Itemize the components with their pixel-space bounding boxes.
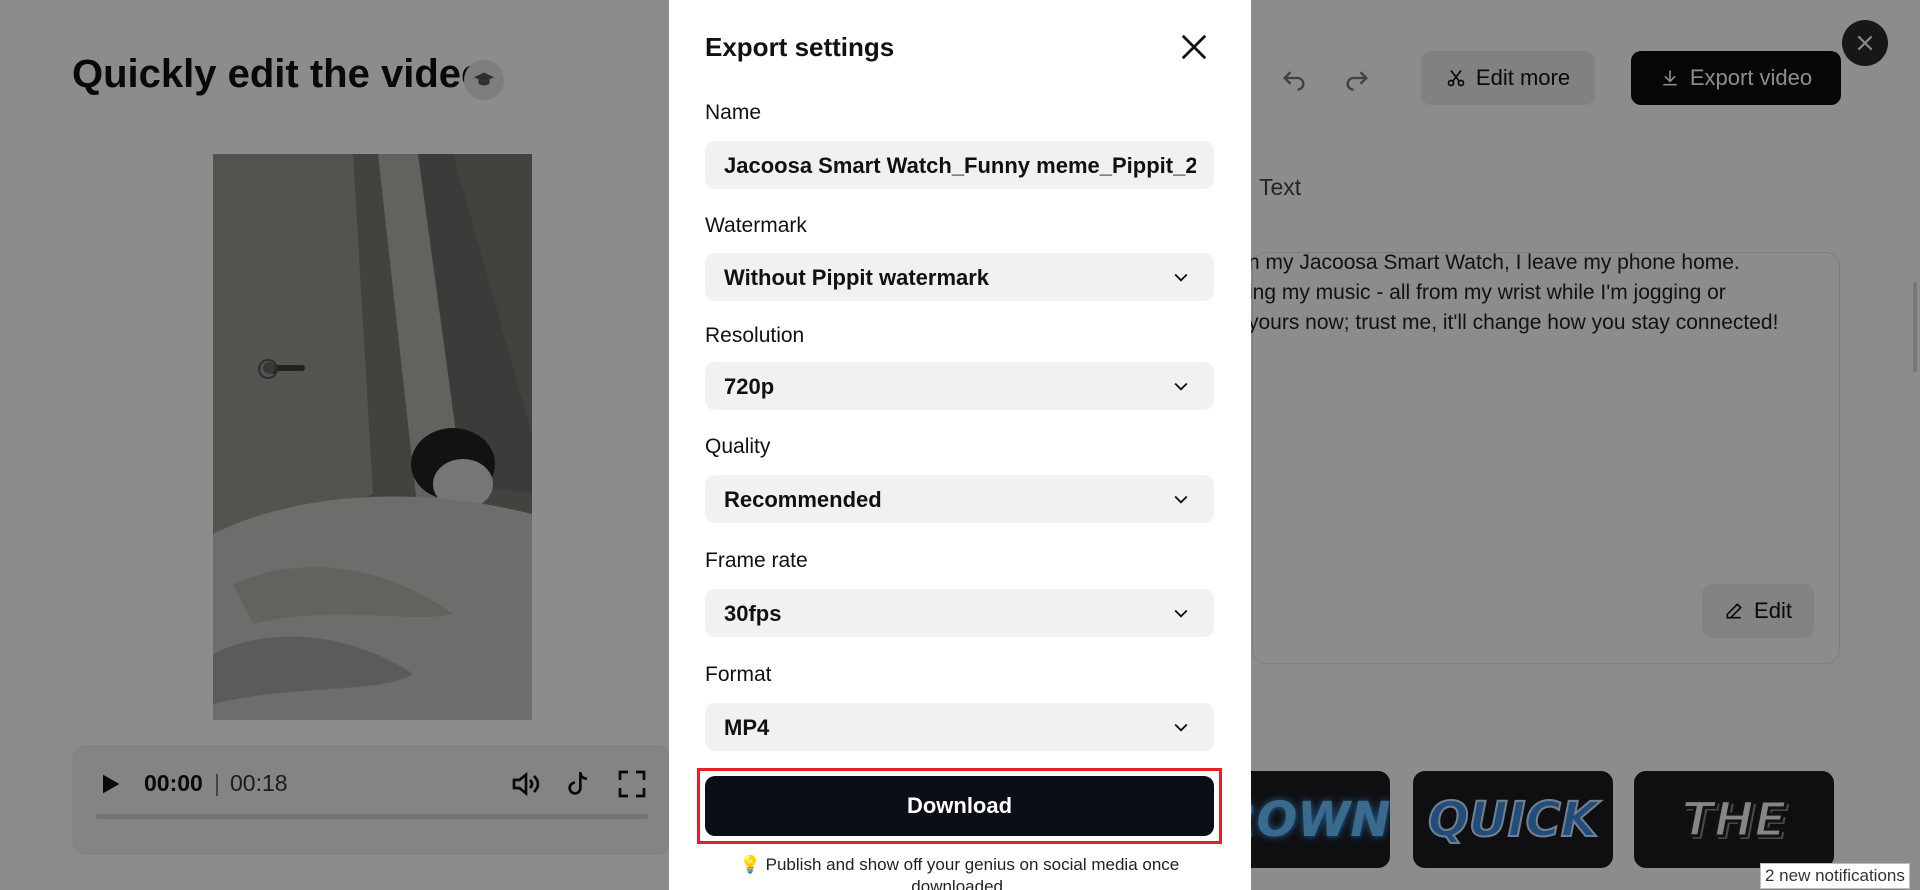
- tip-text: Publish and show off your genius on soci…: [765, 855, 1180, 890]
- name-input[interactable]: Jacoosa Smart Watch_Funny meme_Pippit_20…: [705, 141, 1214, 189]
- download-button[interactable]: Download: [705, 776, 1214, 836]
- watermark-select[interactable]: Without Pippit watermark: [705, 253, 1214, 301]
- close-icon[interactable]: [1179, 32, 1209, 62]
- chevron-down-icon: [1174, 382, 1188, 391]
- resolution-value: 720p: [724, 374, 775, 399]
- notifications-indicator[interactable]: 2 new notifications: [1760, 863, 1910, 889]
- watermark-value: Without Pippit watermark: [724, 265, 990, 290]
- lightbulb-icon: 💡: [739, 855, 761, 874]
- chevron-down-icon: [1174, 273, 1188, 282]
- format-label: Format: [705, 663, 772, 686]
- dialog-title: Export settings: [705, 32, 895, 62]
- quality-value: Recommended: [724, 487, 882, 512]
- format-select[interactable]: MP4: [705, 703, 1214, 751]
- watermark-label: Watermark: [705, 214, 807, 237]
- publish-tip: 💡 Publish and show off your genius on so…: [705, 854, 1214, 890]
- frame-rate-value: 30fps: [724, 601, 782, 626]
- quality-select[interactable]: Recommended: [705, 475, 1214, 523]
- resolution-select[interactable]: 720p: [705, 362, 1214, 410]
- chevron-down-icon: [1174, 609, 1188, 618]
- export-settings-dialog: Export settings Name Jacoosa Smart Watch…: [669, 0, 1251, 890]
- frame-rate-label: Frame rate: [705, 549, 808, 572]
- scrollbar[interactable]: [1913, 282, 1917, 372]
- chevron-down-icon: [1174, 723, 1188, 732]
- name-value: Jacoosa Smart Watch_Funny meme_Pippit_20…: [724, 153, 1196, 178]
- resolution-label: Resolution: [705, 324, 805, 347]
- quality-label: Quality: [705, 435, 771, 458]
- format-value: MP4: [724, 715, 770, 740]
- chevron-down-icon: [1174, 495, 1188, 504]
- frame-rate-select[interactable]: 30fps: [705, 589, 1214, 637]
- name-label: Name: [705, 101, 762, 124]
